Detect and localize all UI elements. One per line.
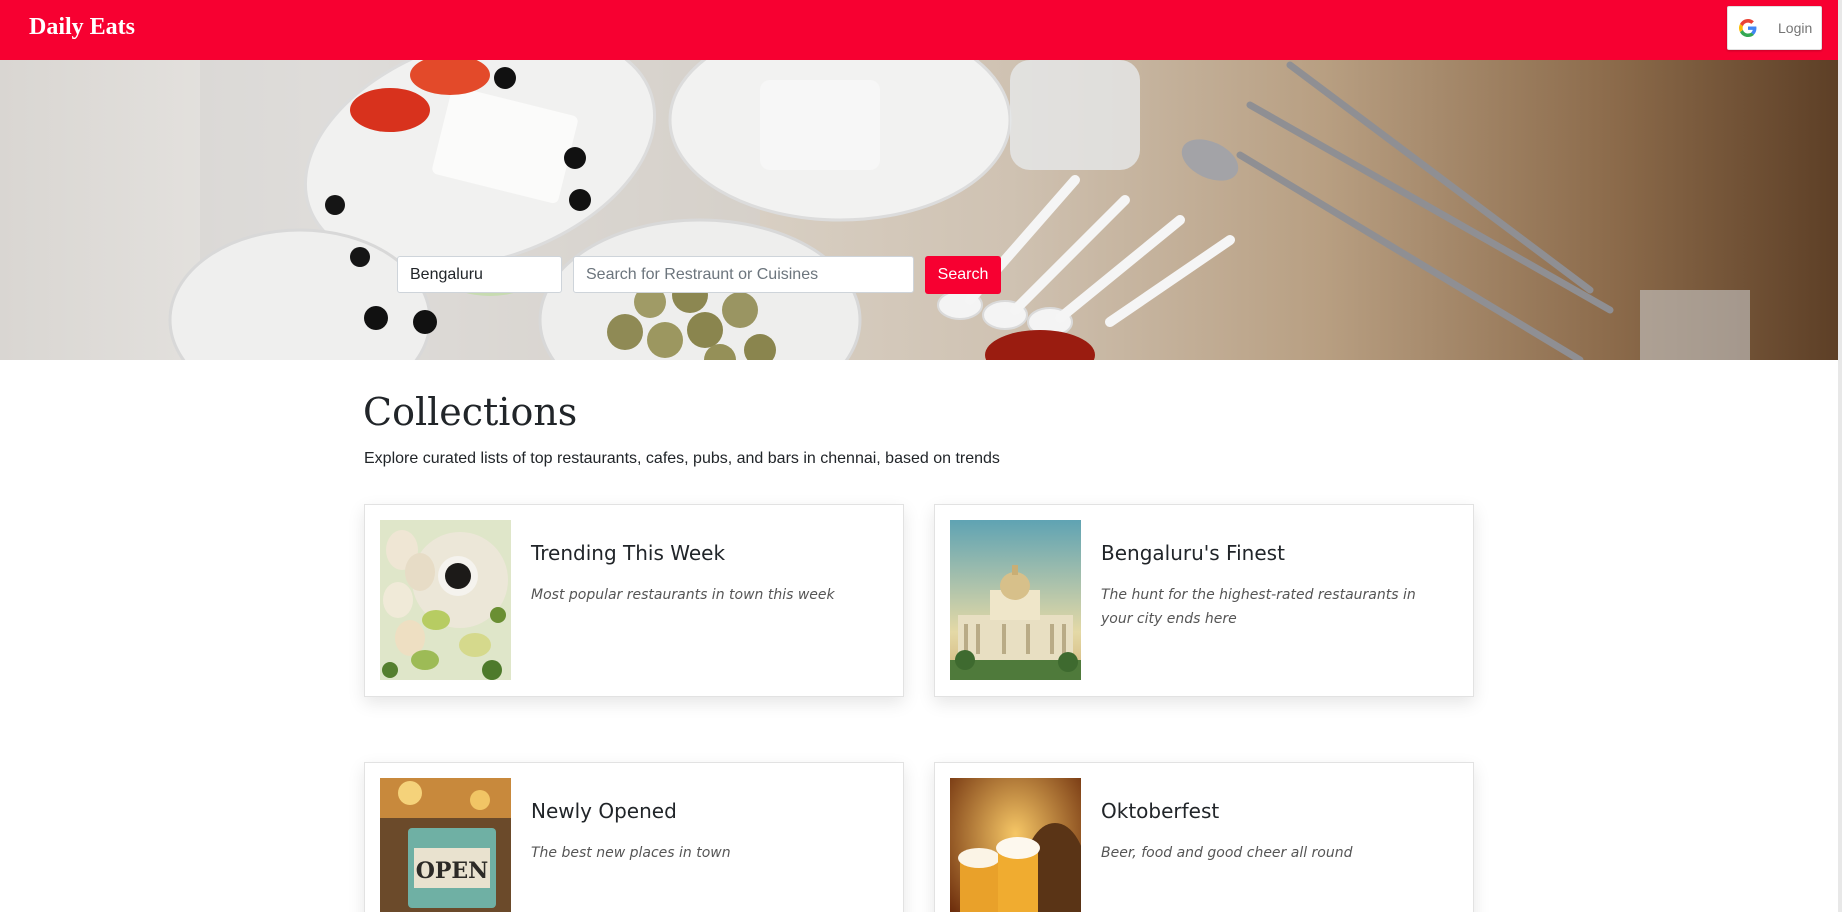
login-label: Login (1778, 20, 1813, 36)
brand-logo[interactable]: Daily Eats (29, 14, 135, 41)
svg-text:OPEN: OPEN (416, 858, 489, 884)
google-login-button[interactable]: Login (1727, 6, 1822, 50)
card-description: Most popular restaurants in town this we… (531, 587, 835, 603)
card-title: Bengaluru's Finest (1101, 541, 1285, 565)
navbar: Daily Eats Login (0, 0, 1838, 60)
card-description: The best new places in town (531, 845, 731, 861)
card-title: Oktoberfest (1101, 799, 1220, 823)
card-title: Trending This Week (531, 541, 726, 565)
page-scrollbar[interactable] (1838, 0, 1842, 912)
collections-subtitle: Explore curated lists of top restaurants… (364, 450, 1000, 467)
collection-card-trending[interactable]: Trending This Week Most popular restaura… (364, 504, 904, 697)
card-image-trending (380, 520, 511, 680)
search-input[interactable] (573, 256, 914, 293)
city-input[interactable] (397, 256, 562, 293)
collection-card-bengaluru-finest[interactable]: Bengaluru's Finest The hunt for the high… (934, 504, 1474, 697)
collections-title: Collections (363, 390, 578, 434)
card-image-bengaluru (950, 520, 1081, 680)
card-description: The hunt for the highest-rated restauran… (1101, 587, 1416, 627)
card-image-newly-opened: OPEN (380, 778, 511, 912)
search-button[interactable]: Search (925, 256, 1001, 294)
hero-banner: Search (0, 60, 1838, 360)
card-image-oktoberfest (950, 778, 1081, 912)
collection-card-oktoberfest[interactable]: Oktoberfest Beer, food and good cheer al… (934, 762, 1474, 912)
card-description: Beer, food and good cheer all round (1101, 845, 1353, 861)
hero-food-image (168, 60, 1750, 360)
google-icon (1738, 18, 1758, 38)
collection-card-newly-opened[interactable]: OPEN Newly Opened The best new places in… (364, 762, 904, 912)
card-title: Newly Opened (531, 799, 677, 823)
